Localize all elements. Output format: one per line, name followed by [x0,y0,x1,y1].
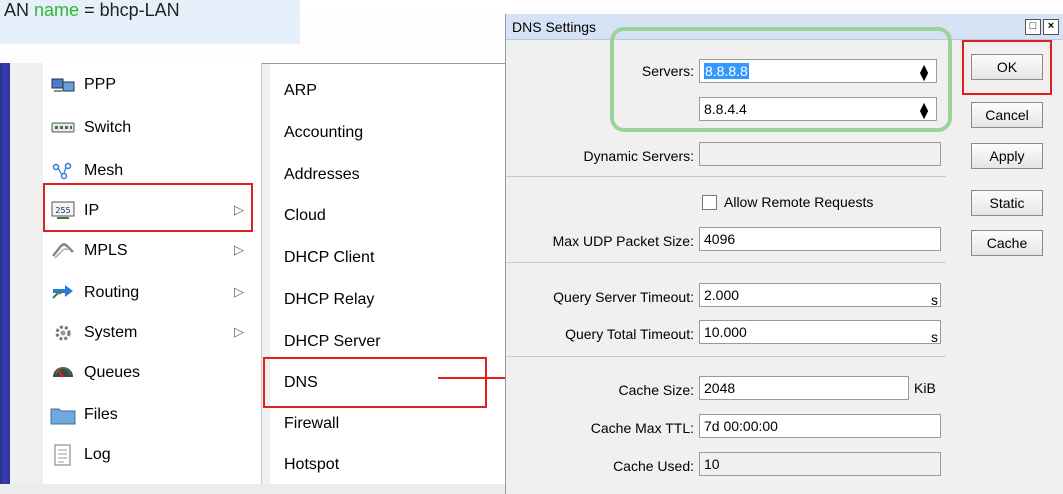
menu-item-label: Log [84,446,111,463]
folder-icon [50,405,76,425]
submenu-item-hotspot[interactable]: Hotspot [284,446,339,484]
query-total-timeout-label: Query Total Timeout: [565,326,694,342]
menu-item-ppp[interactable]: PPP [44,66,254,104]
main-menu: PPP Switch Mesh 255 IP ▷ MPLS ▷ Routing … [0,63,262,484]
query-total-timeout-field[interactable]: 10.000 [699,320,941,344]
submenu-arrow-icon: ▷ [234,284,244,299]
menu-item-system[interactable]: System ▷ [44,314,254,352]
submenu-item-dhcp-relay[interactable]: DHCP Relay [284,281,374,319]
query-total-timeout-unit: s [931,329,938,345]
cache-used-label: Cache Used: [613,458,694,474]
ip-submenu: ARP Accounting Addresses Cloud DHCP Clie… [262,63,505,484]
query-server-timeout-unit: s [931,292,938,308]
dns-highlight-box [263,357,487,408]
submenu-arrow-icon: ▷ [234,324,244,339]
menu-item-mpls[interactable]: MPLS ▷ [44,232,254,270]
divider [506,176,946,177]
menu-item-switch[interactable]: Switch [44,109,254,147]
ip-highlight-box [43,183,253,232]
menu-item-files[interactable]: Files [44,396,254,434]
ppp-icon [50,75,76,95]
menu-item-label: PPP [84,76,117,93]
query-server-timeout-label: Query Server Timeout: [553,289,694,305]
static-button[interactable]: Static [971,190,1043,216]
cache-used-field: 10 [699,452,941,476]
top-caption: AN name = bhcp-LAN [0,0,300,44]
menu-item-label: Queues [84,364,141,381]
mesh-icon [50,161,76,181]
cancel-button[interactable]: Cancel [971,102,1043,128]
menu-item-routing[interactable]: Routing ▷ [44,274,254,312]
divider [506,262,946,263]
divider [506,356,946,357]
menu-item-label: Files [84,406,118,423]
caption-prefix: AN [4,0,30,20]
cache-size-label: Cache Size: [618,382,694,398]
switch-icon [50,118,76,138]
cache-max-ttl-label: Cache Max TTL: [590,420,694,436]
queues-icon [50,363,76,383]
menu-item-label: MPLS [84,242,128,259]
maximize-button[interactable]: □ [1025,19,1041,35]
dialog-title: DNS Settings [512,19,597,35]
servers-highlight-box [610,27,952,132]
max-udp-packet-size-label: Max UDP Packet Size: [552,233,694,249]
query-server-timeout-field[interactable]: 2.000 [699,283,941,307]
ok-highlight-box [962,40,1052,95]
log-icon [50,444,76,466]
dynamic-servers-field [699,142,941,166]
submenu-item-accounting[interactable]: Accounting [284,114,363,152]
cache-size-field[interactable]: 2048 [699,376,909,400]
cache-max-ttl-field[interactable]: 7d 00:00:00 [699,414,941,438]
submenu-item-arp[interactable]: ARP [284,72,317,110]
menu-item-log[interactable]: Log [44,436,254,474]
dynamic-servers-label: Dynamic Servers: [583,148,694,164]
submenu-item-dhcp-server[interactable]: DHCP Server [284,323,381,361]
menu-item-label: Mesh [84,162,124,179]
close-button[interactable]: × [1043,19,1059,35]
cache-button[interactable]: Cache [971,230,1043,256]
menu-side-bar [0,63,43,484]
allow-remote-requests-checkbox[interactable] [702,195,717,210]
apply-button[interactable]: Apply [971,143,1043,169]
mpls-icon [50,241,76,261]
menu-item-queues[interactable]: Queues [44,354,254,392]
cache-size-unit: KiB [914,380,936,396]
submenu-item-cloud[interactable]: Cloud [284,197,326,235]
menu-item-label: Switch [84,119,132,136]
menu-item-label: System [84,324,138,341]
submenu-arrow-icon: ▷ [234,242,244,257]
menu-item-label: Routing [84,284,140,301]
system-icon [50,323,76,343]
submenu-item-firewall[interactable]: Firewall [284,405,339,443]
routing-icon [50,283,76,303]
caption-keyword: name [34,0,80,20]
caption-suffix: = bhcp-LAN [84,0,180,20]
max-udp-packet-size-field[interactable]: 4096 [699,227,941,251]
submenu-item-dhcp-client[interactable]: DHCP Client [284,239,374,277]
submenu-item-addresses[interactable]: Addresses [284,156,360,194]
allow-remote-requests-label: Allow Remote Requests [724,194,874,210]
